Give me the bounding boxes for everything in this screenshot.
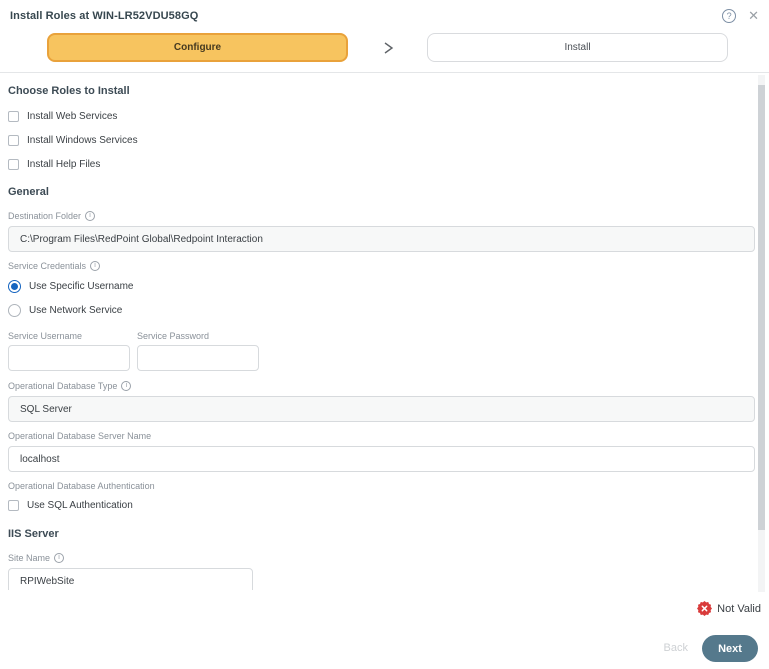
install-windows-services-checkbox[interactable] — [8, 135, 19, 146]
install-roles-dialog: Install Roles at WIN-LR52VDU58GQ ? ✕ Con… — [0, 0, 769, 669]
use-specific-username-radio[interactable] — [8, 280, 21, 293]
service-username-input[interactable] — [8, 345, 130, 371]
chevron-right-icon — [384, 41, 393, 54]
checkbox-row-windows-services: Install Windows Services — [8, 135, 755, 146]
checkbox-row-help-files: Install Help Files — [8, 159, 755, 170]
db-type-label: Operational Database Type i — [8, 381, 755, 391]
configure-form: Choose Roles to Install Install Web Serv… — [0, 73, 769, 590]
radio-label: Use Specific Username — [29, 281, 134, 292]
install-web-services-checkbox[interactable] — [8, 111, 19, 122]
validation-status: Not Valid — [697, 601, 761, 616]
checkbox-row-sql-auth: Use SQL Authentication — [8, 500, 755, 511]
checkbox-label: Install Web Services — [27, 111, 118, 122]
info-icon[interactable]: i — [54, 553, 65, 563]
db-server-input[interactable] — [8, 446, 755, 472]
service-credentials-label: Service Credentials i — [8, 261, 755, 271]
service-password-label: Service Password — [137, 331, 210, 341]
db-server-label: Operational Database Server Name — [8, 431, 152, 441]
checkbox-label: Install Windows Services — [27, 135, 138, 146]
service-credential-fields: Service Username Service Password — [8, 331, 755, 371]
destination-folder-input[interactable] — [8, 226, 755, 252]
general-heading: General — [8, 186, 49, 198]
use-sql-authentication-checkbox[interactable] — [8, 500, 19, 511]
checkbox-label: Install Help Files — [27, 159, 101, 170]
dialog-title: Install Roles at WIN-LR52VDU58GQ — [10, 10, 199, 22]
service-username-label: Service Username — [8, 331, 83, 341]
site-name-input[interactable] — [8, 568, 253, 590]
service-password-input[interactable] — [137, 345, 259, 371]
info-icon[interactable]: i — [85, 211, 96, 221]
scrollbar-thumb[interactable] — [758, 85, 765, 530]
back-button[interactable]: Back — [664, 642, 688, 654]
site-name-label: Site Name i — [8, 553, 755, 563]
next-button[interactable]: Next — [702, 635, 758, 662]
titlebar: Install Roles at WIN-LR52VDU58GQ ? ✕ — [0, 0, 769, 23]
iis-heading: IIS Server — [8, 528, 59, 540]
help-icon[interactable]: ? — [722, 9, 737, 23]
db-auth-label: Operational Database Authentication — [8, 481, 155, 491]
step-configure[interactable]: Configure — [47, 33, 348, 62]
checkbox-row-web-services: Install Web Services — [8, 111, 755, 122]
checkbox-label: Use SQL Authentication — [27, 500, 133, 511]
close-icon[interactable]: ✕ — [748, 9, 759, 23]
info-icon[interactable]: i — [121, 381, 132, 391]
wizard-steps: Configure Install — [47, 33, 728, 62]
radio-row-specific-username: Use Specific Username — [8, 280, 755, 293]
not-valid-icon — [697, 601, 713, 616]
radio-label: Use Network Service — [29, 305, 123, 316]
radio-row-network-service: Use Network Service — [8, 304, 755, 317]
install-help-files-checkbox[interactable] — [8, 159, 19, 170]
status-label: Not Valid — [717, 602, 761, 615]
roles-heading: Choose Roles to Install — [8, 85, 130, 97]
info-icon[interactable]: i — [90, 261, 101, 271]
db-type-input[interactable] — [8, 396, 755, 422]
use-network-service-radio[interactable] — [8, 304, 21, 317]
destination-folder-label: Destination Folder i — [8, 211, 755, 221]
step-install[interactable]: Install — [427, 33, 728, 62]
